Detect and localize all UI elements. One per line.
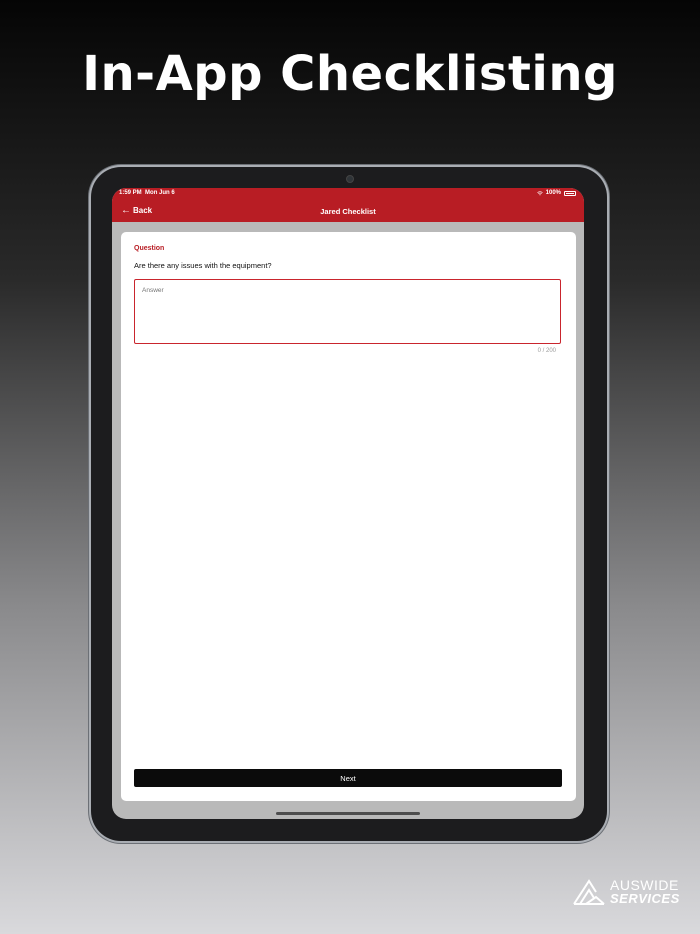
home-indicator <box>276 812 420 815</box>
logo-line1: AUSWIDE <box>610 877 679 893</box>
camera-icon <box>346 175 354 183</box>
auswide-services-logo: AUSWIDE SERVICES <box>572 877 680 907</box>
tablet-screen: 1:59 PM Mon Jun 6 100% ← Back Jared Chec… <box>112 188 584 819</box>
next-button[interactable]: Next <box>134 769 562 787</box>
status-time: 1:59 PM Mon Jun 6 <box>119 190 175 196</box>
answer-input[interactable] <box>134 279 561 344</box>
character-counter: 0 / 200 <box>537 348 556 354</box>
logo-mark-icon <box>573 879 605 905</box>
question-label: Question <box>134 245 165 252</box>
tablet-frame: 1:59 PM Mon Jun 6 100% ← Back Jared Chec… <box>91 167 607 841</box>
battery-icon <box>564 190 576 196</box>
headline: In-App Checklisting <box>82 46 618 102</box>
battery-percent: 100% <box>545 190 561 196</box>
wifi-icon <box>536 190 543 195</box>
question-card: Question Are there any issues with the e… <box>121 232 576 801</box>
page-title: Jared Checklist <box>320 207 376 216</box>
app-header: 1:59 PM Mon Jun 6 100% ← Back Jared Chec… <box>112 188 584 222</box>
logo-line2: SERVICES <box>610 891 680 906</box>
status-time-text: 1:59 PM <box>119 190 142 196</box>
status-indicators: 100% <box>536 190 576 196</box>
question-text: Are there any issues with the equipment? <box>134 261 272 270</box>
logo-text: AUSWIDE SERVICES <box>610 878 680 906</box>
status-date-text: Mon Jun 6 <box>145 190 175 196</box>
